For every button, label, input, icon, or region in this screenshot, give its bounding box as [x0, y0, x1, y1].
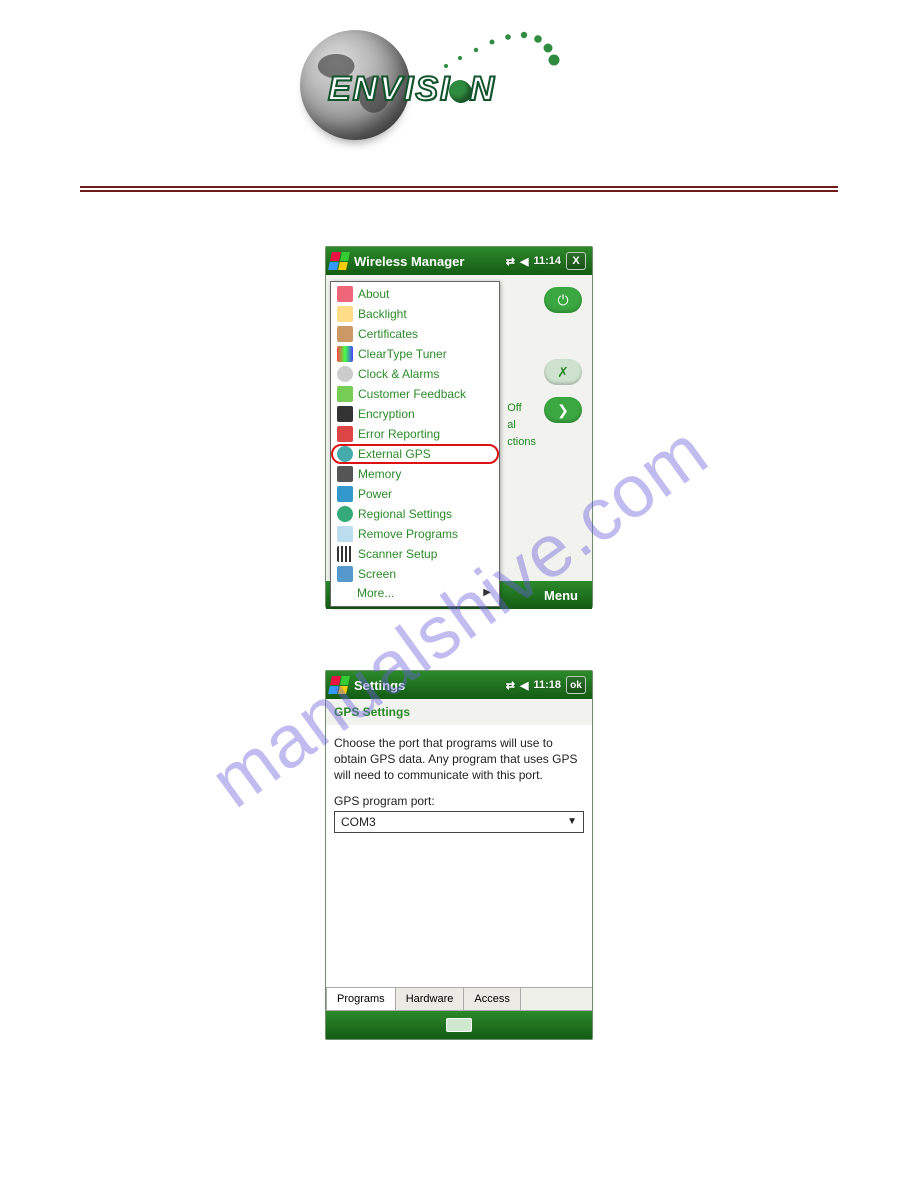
screen-icon: [337, 566, 353, 582]
menu-item-memory[interactable]: Memory: [331, 464, 499, 484]
menu-item-error[interactable]: Error Reporting: [331, 424, 499, 444]
chevron-right-icon: ▶: [483, 587, 491, 598]
barcode-icon: [337, 546, 353, 562]
cleartype-icon: [337, 346, 353, 362]
regional-icon: [337, 506, 353, 522]
volume-icon[interactable]: ◀︎: [520, 679, 528, 692]
ok-button[interactable]: ok: [566, 676, 586, 694]
windows-flag-icon[interactable]: [328, 252, 350, 270]
close-button[interactable]: X: [566, 252, 586, 270]
error-icon: [337, 426, 353, 442]
power-pill-icon[interactable]: ⏻: [544, 287, 582, 313]
window-title: Wireless Manager: [354, 254, 506, 269]
titlebar: Wireless Manager ⇄ ◀︎ 11:14 X: [326, 247, 592, 275]
clock-value: 11:18: [533, 679, 561, 691]
connection-icon[interactable]: ⇄: [506, 255, 515, 268]
remove-icon: [337, 526, 353, 542]
menu-item-more[interactable]: More...▶: [331, 584, 499, 604]
right-pill-column: ⏻ ✗ ❯: [544, 287, 582, 423]
blank-area: [326, 837, 592, 987]
menu-softkey[interactable]: Menu: [544, 588, 578, 603]
screenshot-wireless-manager: Wireless Manager ⇄ ◀︎ 11:14 X ⏻ ✗ ❯ Off …: [325, 246, 593, 608]
tab-hardware[interactable]: Hardware: [395, 988, 465, 1011]
logo-o-dot-icon: [449, 80, 471, 102]
chevron-down-icon: ▼: [567, 816, 577, 827]
window-title: Settings: [354, 678, 506, 693]
settings-description: Choose the port that programs will use t…: [334, 735, 584, 784]
certificates-icon: [337, 326, 353, 342]
tabs: Programs Hardware Access: [326, 987, 592, 1011]
clock-icon: [337, 366, 353, 382]
menu-item-certificates[interactable]: Certificates: [331, 324, 499, 344]
clock-value: 11:14: [533, 255, 561, 267]
menu-item-scanner[interactable]: Scanner Setup: [331, 544, 499, 564]
volume-icon[interactable]: ◀︎: [520, 255, 528, 268]
encryption-icon: [337, 406, 353, 422]
titlebar: Settings ⇄ ◀︎ 11:18 ok: [326, 671, 592, 699]
backlight-icon: [337, 306, 353, 322]
logo-text: ENVISIN: [328, 70, 496, 109]
menu-item-external-gps[interactable]: External GPS: [331, 444, 499, 464]
menu-item-about[interactable]: About: [331, 284, 499, 304]
section-heading: GPS Settings: [326, 699, 592, 725]
port-value: COM3: [341, 815, 376, 829]
keyboard-icon[interactable]: [446, 1018, 472, 1032]
about-icon: [337, 286, 353, 302]
divider-rule: [80, 186, 838, 192]
power-icon: [337, 486, 353, 502]
menu-item-cleartype[interactable]: ClearType Tuner: [331, 344, 499, 364]
menu-item-encryption[interactable]: Encryption: [331, 404, 499, 424]
arrow-pill-icon[interactable]: ❯: [544, 397, 582, 423]
menu-item-backlight[interactable]: Backlight: [331, 304, 499, 324]
feedback-icon: [337, 386, 353, 402]
menu-item-clock[interactable]: Clock & Alarms: [331, 364, 499, 384]
gps-icon: [337, 446, 353, 462]
connection-icon[interactable]: ⇄: [506, 679, 515, 692]
screenshot-gps-settings: Settings ⇄ ◀︎ 11:18 ok GPS Settings Choo…: [325, 670, 593, 1040]
right-labels: Off al ctions: [507, 397, 536, 453]
tab-access[interactable]: Access: [463, 988, 520, 1011]
menu-item-regional[interactable]: Regional Settings: [331, 504, 499, 524]
memory-icon: [337, 466, 353, 482]
menu-item-feedback[interactable]: Customer Feedback: [331, 384, 499, 404]
menu-item-remove[interactable]: Remove Programs: [331, 524, 499, 544]
port-label: GPS program port:: [334, 794, 584, 808]
windows-flag-icon[interactable]: [328, 676, 350, 694]
menu-item-screen[interactable]: Screen: [331, 564, 499, 584]
port-combobox[interactable]: COM3 ▼: [334, 811, 584, 833]
brand-logo: ENVISIN: [280, 30, 560, 160]
menu-item-power[interactable]: Power: [331, 484, 499, 504]
bottombar: [326, 1011, 592, 1039]
key-pill-icon[interactable]: ✗: [544, 359, 582, 385]
settings-popup: About Backlight Certificates ClearType T…: [330, 281, 500, 607]
tab-programs[interactable]: Programs: [326, 988, 396, 1011]
